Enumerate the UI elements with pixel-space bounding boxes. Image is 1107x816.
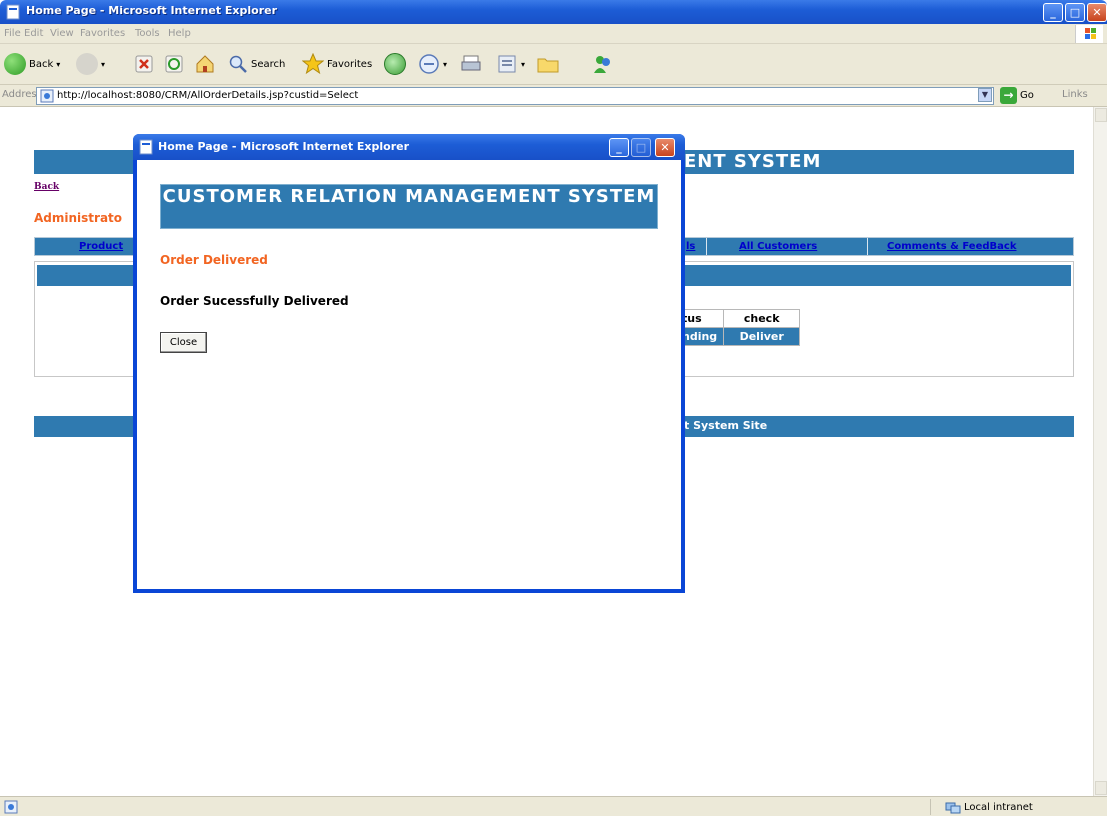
close-button[interactable]: Close <box>160 332 207 353</box>
admin-label: Administrato <box>34 211 123 225</box>
nav-details[interactable]: ls <box>686 241 695 252</box>
nav-comments-feedback[interactable]: Comments & FeedBack <box>887 241 1016 252</box>
popup-close-button[interactable]: ✕ <box>655 138 675 157</box>
security-zone: Local intranet <box>945 800 1033 814</box>
messenger-icon <box>594 56 610 73</box>
home-icon <box>196 55 214 73</box>
address-url: http://localhost:8080/CRM/AllOrderDetail… <box>57 90 359 101</box>
menu-view[interactable]: View <box>50 28 74 39</box>
menu-file[interactable]: File <box>4 28 21 39</box>
ie-page-icon <box>139 139 153 155</box>
popup-maximize-button[interactable]: □ <box>631 138 651 157</box>
ie-window: Home Page - Microsoft Internet Explorer … <box>0 0 1107 816</box>
go-button[interactable]: → Go <box>1000 87 1034 104</box>
page-status-icon <box>4 800 18 814</box>
crm-banner: CUSTOMER RELATION MANAGEMENT SYSTEM <box>160 184 658 229</box>
nav-all-customers[interactable]: All Customers <box>739 241 817 252</box>
toolbar: Back ▾ ▾ Search Favorites ▾ ▾ <box>0 44 1107 85</box>
success-message: Order Sucessfully Delivered <box>160 294 349 308</box>
printer-icon <box>461 55 481 71</box>
forward-arrow-icon <box>76 53 98 75</box>
column-header-check: check <box>723 309 801 328</box>
header-title: ENT SYSTEM <box>684 151 822 172</box>
home-button[interactable] <box>194 52 216 76</box>
print-button[interactable] <box>460 52 482 76</box>
window-titlebar[interactable]: Home Page - Microsoft Internet Explorer … <box>0 0 1107 24</box>
nav-divider <box>867 238 868 255</box>
search-label: Search <box>251 58 286 70</box>
orders-table: tus check nding Deliver <box>674 309 801 346</box>
chevron-down-icon[interactable]: ▾ <box>56 60 60 69</box>
windows-logo-icon <box>1075 25 1103 43</box>
history-icon <box>384 53 406 75</box>
popup-title: Home Page - Microsoft Internet Explorer <box>158 140 410 153</box>
ie-page-icon <box>6 4 20 20</box>
menu-bar: File Edit View Favorites Tools Help <box>0 24 1107 44</box>
table-header-row: tus check <box>674 309 801 328</box>
chevron-down-icon[interactable]: ▾ <box>101 60 105 69</box>
vertical-scrollbar[interactable] <box>1093 107 1107 796</box>
popup-window: Home Page - Microsoft Internet Explorer … <box>133 134 685 593</box>
refresh-button[interactable] <box>164 52 184 76</box>
menu-favorites[interactable]: Favorites <box>80 28 125 39</box>
nav-product[interactable]: Product <box>79 241 123 252</box>
order-status-title: Order Delivered <box>160 253 268 267</box>
intranet-icon <box>945 802 961 814</box>
folder-button[interactable] <box>536 52 560 76</box>
footer-text: t System Site <box>684 419 768 432</box>
table-row: nding Deliver <box>674 327 801 346</box>
deliver-button[interactable]: Deliver <box>723 327 801 346</box>
favorites-button[interactable]: Favorites <box>302 52 372 76</box>
minimize-button[interactable]: _ <box>1043 3 1063 22</box>
address-input[interactable]: http://localhost:8080/CRM/AllOrderDetail… <box>36 87 994 105</box>
back-link[interactable]: Back <box>34 182 59 192</box>
favorites-label: Favorites <box>327 58 373 70</box>
stop-icon <box>135 55 153 73</box>
go-label: Go <box>1020 90 1034 101</box>
star-icon <box>302 53 324 75</box>
search-button[interactable]: Search <box>228 52 285 76</box>
nav-divider <box>706 238 707 255</box>
menu-edit[interactable]: Edit <box>24 28 43 39</box>
go-arrow-icon: → <box>1000 87 1017 104</box>
edit-button[interactable]: ▾ <box>496 52 525 76</box>
close-window-button[interactable]: ✕ <box>1087 3 1107 22</box>
mail-icon <box>419 54 439 74</box>
chevron-down-icon[interactable]: ▾ <box>443 60 447 69</box>
window-title: Home Page - Microsoft Internet Explorer <box>26 4 278 17</box>
scroll-down-arrow[interactable] <box>1095 781 1107 795</box>
back-label: Back <box>29 58 54 70</box>
address-dropdown[interactable]: ▼ <box>978 88 992 102</box>
back-button[interactable]: Back ▾ <box>4 52 60 76</box>
search-icon <box>229 55 247 73</box>
maximize-button[interactable]: □ <box>1065 3 1085 22</box>
popup-minimize-button[interactable]: _ <box>609 138 629 157</box>
zone-label: Local intranet <box>964 801 1033 813</box>
forward-button[interactable]: ▾ <box>76 52 105 76</box>
menu-help[interactable]: Help <box>168 28 191 39</box>
status-divider <box>930 799 931 815</box>
stop-button[interactable] <box>134 52 154 76</box>
chevron-down-icon[interactable]: ▾ <box>521 60 525 69</box>
history-button[interactable] <box>384 52 406 76</box>
address-bar: Address http://localhost:8080/CRM/AllOrd… <box>0 85 1107 107</box>
popup-titlebar[interactable]: Home Page - Microsoft Internet Explorer … <box>133 134 685 160</box>
menu-tools[interactable]: Tools <box>135 28 160 39</box>
status-bar: Local intranet <box>0 796 1107 816</box>
links-button[interactable]: Links <box>1062 89 1088 100</box>
back-arrow-icon <box>4 53 26 75</box>
refresh-icon <box>165 55 183 73</box>
popup-body: CUSTOMER RELATION MANAGEMENT SYSTEM Orde… <box>137 160 681 589</box>
page-icon <box>40 89 54 103</box>
messenger-button[interactable] <box>592 52 614 76</box>
folder-icon <box>537 58 559 73</box>
mail-button[interactable]: ▾ <box>418 52 447 76</box>
edit-page-icon <box>498 55 516 73</box>
scroll-up-arrow[interactable] <box>1095 108 1107 122</box>
